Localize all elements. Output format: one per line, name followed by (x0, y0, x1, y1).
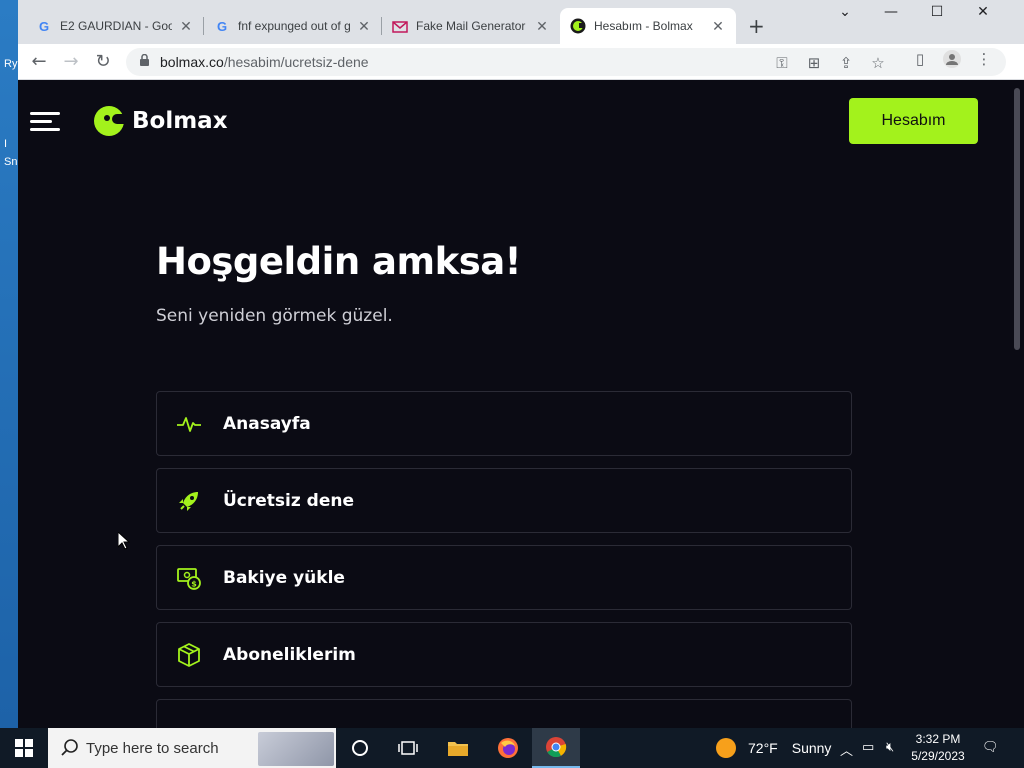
task-view-icon[interactable] (384, 728, 432, 768)
translate-icon[interactable]: ⊞ (804, 54, 824, 72)
kebab-menu-icon[interactable]: ⋮ (974, 50, 994, 68)
welcome-heading: Hoşgeldin amksa! (156, 240, 522, 283)
desktop-icon-label[interactable]: Sn (4, 156, 17, 168)
url-text: bolmax.co/hesabim/ucretsiz-dene (160, 54, 369, 70)
windows-start-icon[interactable] (0, 728, 48, 768)
forward-arrow-icon[interactable]: → (60, 51, 82, 72)
desktop-icon-label[interactable]: Ry (4, 58, 17, 70)
weather-condition: Sunny (791, 740, 832, 756)
bolmax-logo-icon (94, 106, 126, 136)
key-icon[interactable]: ⚿ (772, 54, 792, 72)
bolmax-icon (570, 18, 586, 34)
search-placeholder: Type here to search (86, 739, 219, 757)
account-menu: Anasayfa Ücretsiz dene $ Bakiye yükle Ab… (156, 391, 852, 728)
account-button[interactable]: Hesabım (849, 98, 978, 144)
page-scrollbar[interactable] (1014, 88, 1020, 350)
notification-icon[interactable]: 🗨︎ (982, 740, 999, 755)
search-icon (61, 739, 78, 756)
star-bookmark-icon[interactable]: ☆ (868, 54, 888, 72)
tab-title: E2 GAURDIAN - Goog (60, 19, 172, 33)
close-icon[interactable]: ✕ (710, 18, 726, 35)
search-highlight-image (258, 732, 334, 766)
new-tab-button[interactable]: + (748, 14, 765, 38)
brand-logo[interactable]: Bolmax (94, 106, 228, 136)
clock-date: 5/29/2023 (911, 749, 965, 763)
browser-toolbar: ← → ↻ bolmax.co/hesabim/ucretsiz-dene ⚿ … (18, 44, 1024, 80)
url-host: bolmax.co (160, 54, 224, 70)
menu-item-label: Bakiye yükle (223, 567, 345, 588)
brand-name: Bolmax (132, 108, 228, 134)
mail-envelope-icon (392, 18, 408, 34)
tab-title: Fake Mail Generator (416, 19, 526, 33)
mouse-cursor-icon (118, 532, 130, 550)
weather-widget[interactable]: 72°F Sunny (716, 738, 831, 758)
tab-fnf-expunged[interactable]: G fnf expunged out of g ✕ (204, 8, 382, 44)
minimize-button[interactable]: — (868, 4, 914, 20)
tab-title: Hesabım - Bolmax (594, 19, 693, 33)
page-content: Bolmax Hesabım Hoşgeldin amksa! Seni yen… (18, 80, 1024, 728)
hamburger-menu-icon[interactable] (30, 112, 60, 132)
menu-item-label: Aboneliklerim (223, 644, 356, 665)
close-window-button[interactable]: ✕ (960, 4, 1006, 20)
welcome-subtitle: Seni yeniden görmek güzel. (156, 306, 393, 326)
tab-title: fnf expunged out of g (238, 19, 350, 33)
sun-weather-icon (716, 738, 736, 758)
tab-search-button[interactable]: ⌄ (822, 4, 868, 20)
tab-e2-gaurdian[interactable]: G E2 GAURDIAN - Goog ✕ (26, 8, 204, 44)
maximize-button[interactable]: ☐ (914, 4, 960, 20)
close-icon[interactable]: ✕ (178, 18, 194, 35)
file-explorer-icon[interactable] (434, 728, 482, 768)
side-panel-icon[interactable]: ▯ (910, 50, 930, 68)
rocket-icon (175, 487, 203, 515)
money-add-icon: $ (175, 564, 203, 592)
menu-item-ucretsiz-dene[interactable]: Ücretsiz dene (156, 468, 852, 533)
network-icon[interactable]: ▭ (862, 740, 874, 755)
tab-fake-mail-generator[interactable]: Fake Mail Generator ✕ (382, 8, 560, 44)
box-package-icon (175, 641, 203, 669)
google-g-icon: G (38, 18, 50, 34)
menu-item-aboneliklerim[interactable]: Aboneliklerim (156, 622, 852, 687)
menu-item-anasayfa[interactable]: Anasayfa (156, 391, 852, 456)
system-clock[interactable]: 3:32 PM 5/29/2023 (906, 731, 970, 765)
desktop-background: Ry I Sn (0, 0, 18, 728)
reload-icon[interactable]: ↻ (92, 51, 114, 72)
chevron-up-icon[interactable]: ︿ (840, 740, 853, 759)
address-bar[interactable]: bolmax.co/hesabim/ucretsiz-dene ⚿ ⊞ ⇪ ☆ (126, 48, 1006, 76)
url-path: /hesabim/ucretsiz-dene (223, 54, 369, 70)
chrome-icon[interactable] (532, 728, 580, 768)
profile-avatar-icon[interactable] (942, 50, 962, 72)
back-arrow-icon[interactable]: ← (28, 51, 50, 72)
clock-time: 3:32 PM (915, 732, 961, 746)
google-g-icon: G (216, 18, 228, 34)
close-icon[interactable]: ✕ (534, 18, 550, 35)
firefox-icon[interactable] (484, 728, 532, 768)
activity-pulse-icon (175, 410, 203, 438)
tab-bar: G E2 GAURDIAN - Goog ✕ G fnf expunged ou… (18, 0, 1024, 44)
desktop-icon-label[interactable]: I (4, 138, 7, 150)
menu-item-label: Anasayfa (223, 413, 311, 434)
svg-text:$: $ (191, 579, 197, 588)
tab-hesabim-bolmax[interactable]: Hesabım - Bolmax ✕ (560, 8, 736, 44)
taskbar-search-box[interactable]: Type here to search (48, 728, 336, 768)
lock-icon (140, 54, 149, 66)
share-icon[interactable]: ⇪ (836, 54, 856, 72)
menu-item-partial[interactable] (156, 699, 852, 728)
browser-window: G E2 GAURDIAN - Goog ✕ G fnf expunged ou… (18, 0, 1024, 728)
weather-temperature: 72°F (748, 740, 778, 756)
menu-item-label: Ücretsiz dene (223, 490, 355, 511)
menu-item-bakiye-yukle[interactable]: $ Bakiye yükle (156, 545, 852, 610)
volume-muted-icon[interactable]: 🔇︎ (886, 740, 894, 755)
cortana-icon[interactable] (336, 728, 384, 768)
close-icon[interactable]: ✕ (356, 18, 372, 35)
windows-taskbar: Type here to search 72°F Sunny ︿ ▭ 🔇︎ 3:… (0, 728, 1024, 768)
